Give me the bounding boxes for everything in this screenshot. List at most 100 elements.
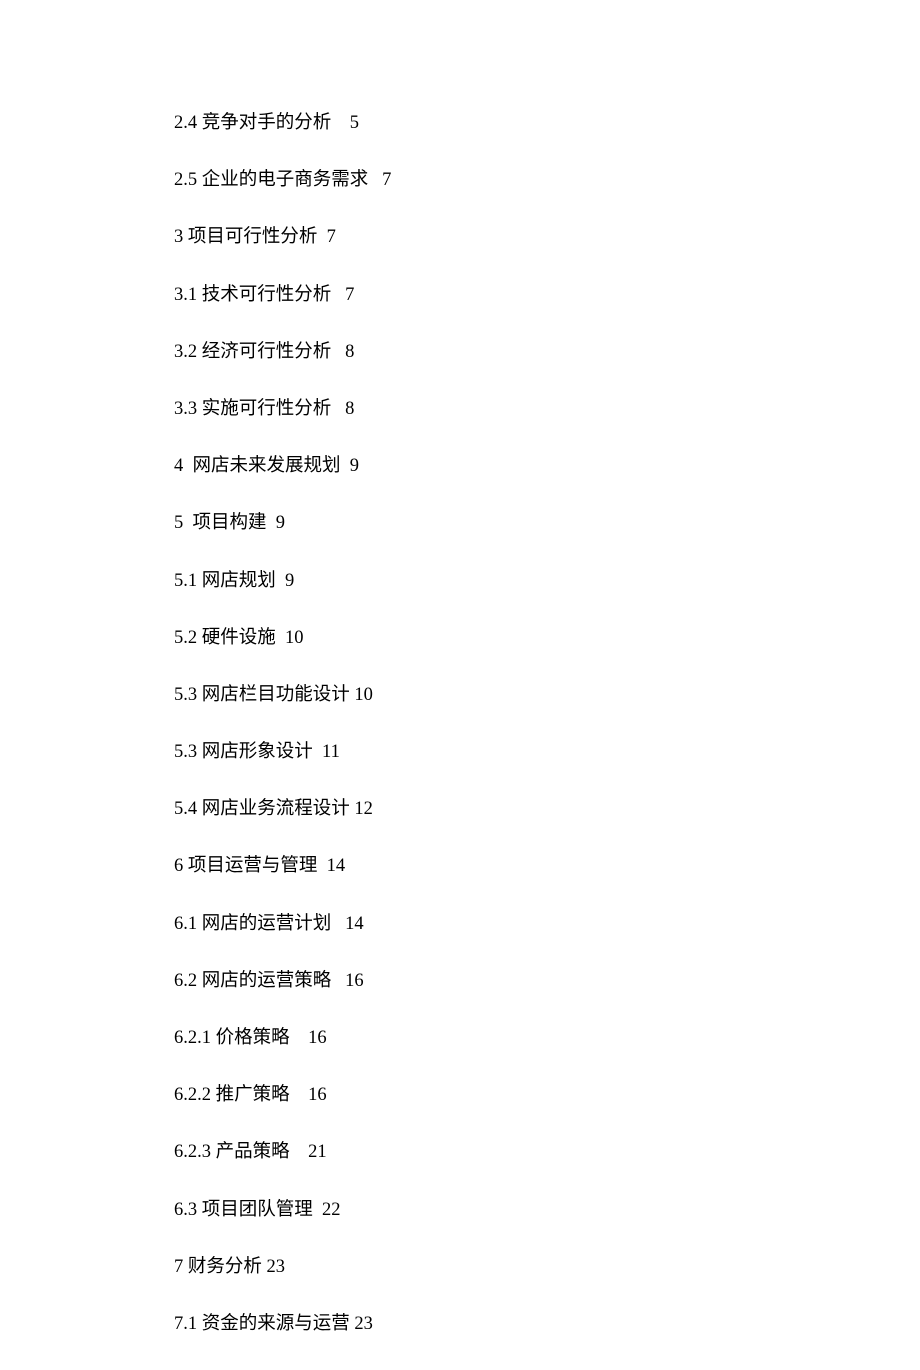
toc-entry-number: 6.2 <box>174 970 197 992</box>
toc-gap <box>317 227 326 247</box>
toc-entry-title: 项目可行性分析 <box>188 226 318 248</box>
toc-gap <box>313 1200 322 1220</box>
toc-gap <box>290 1028 309 1048</box>
toc-entry: 6.2 网店的运营策略 16 <box>174 970 800 992</box>
toc-entry: 7.1 资金的来源与运营 23 <box>174 1313 800 1335</box>
toc-entry-number: 3.2 <box>174 341 197 363</box>
toc-entry: 5.1 网店规划 9 <box>174 570 800 592</box>
toc-entry: 5.4 网店业务流程设计 12 <box>174 798 800 820</box>
toc-gap <box>267 513 276 533</box>
toc-entry-number: 5.3 <box>174 684 197 706</box>
toc-entry: 2.5 企业的电子商务需求 7 <box>174 169 800 191</box>
toc-entry-page: 9 <box>276 512 285 534</box>
toc-entry-page: 7 <box>327 226 336 248</box>
toc-entry-page: 23 <box>354 1313 373 1335</box>
toc-entry-title: 项目运营与管理 <box>188 855 318 877</box>
toc-gap <box>331 971 345 991</box>
toc-entry-number: 2.5 <box>174 169 197 191</box>
toc-gap <box>331 399 345 419</box>
toc-entry-title: 产品策略 <box>216 1141 290 1163</box>
toc-entry-number: 4 <box>174 455 183 477</box>
toc-entry-page: 10 <box>285 627 304 649</box>
toc-entry: 6.3 项目团队管理 22 <box>174 1199 800 1221</box>
toc-entry-page: 16 <box>308 1084 327 1106</box>
toc-entry: 6.2.1 价格策略 16 <box>174 1027 800 1049</box>
document-page: 2.4 竞争对手的分析 52.5 企业的电子商务需求 73 项目可行性分析 73… <box>0 0 920 1335</box>
toc-gap <box>331 113 350 133</box>
toc-entry: 7 财务分析 23 <box>174 1256 800 1278</box>
toc-entry-title: 技术可行性分析 <box>202 284 332 306</box>
toc-entry: 6.2.2 推广策略 16 <box>174 1084 800 1106</box>
toc-entry: 3.2 经济可行性分析 8 <box>174 341 800 363</box>
toc-entry-page: 23 <box>267 1256 286 1278</box>
toc-entry-title: 项目构建 <box>193 512 267 534</box>
toc-entry-page: 7 <box>382 169 391 191</box>
toc-entry-number: 5 <box>174 512 183 534</box>
toc-entry-page: 9 <box>285 570 294 592</box>
toc-entry-title: 网店业务流程设计 <box>202 798 350 820</box>
toc-entry-page: 12 <box>354 798 373 820</box>
toc-entry-page: 8 <box>345 341 354 363</box>
toc-entry-number: 3.3 <box>174 398 197 420</box>
table-of-contents: 2.4 竞争对手的分析 52.5 企业的电子商务需求 73 项目可行性分析 73… <box>174 112 800 1335</box>
toc-entry-page: 8 <box>345 398 354 420</box>
toc-entry: 3.3 实施可行性分析 8 <box>174 398 800 420</box>
toc-entry-page: 7 <box>345 284 354 306</box>
toc-gap <box>331 914 345 934</box>
toc-entry: 5 项目构建 9 <box>174 512 800 534</box>
toc-entry-number: 5.3 <box>174 741 197 763</box>
toc-gap <box>290 1142 309 1162</box>
toc-gap <box>368 170 382 190</box>
toc-gap <box>276 571 285 591</box>
toc-entry-title: 硬件设施 <box>202 627 276 649</box>
toc-entry-number: 5.4 <box>174 798 197 820</box>
toc-gap <box>183 456 192 476</box>
toc-entry-number: 5.1 <box>174 570 197 592</box>
toc-entry-number: 6 <box>174 855 183 877</box>
toc-entry: 2.4 竞争对手的分析 5 <box>174 112 800 134</box>
toc-entry-page: 10 <box>354 684 373 706</box>
toc-entry-number: 6.2.3 <box>174 1141 211 1163</box>
toc-entry: 6.1 网店的运营计划 14 <box>174 913 800 935</box>
toc-entry-page: 16 <box>308 1027 327 1049</box>
toc-entry: 4 网店未来发展规划 9 <box>174 455 800 477</box>
toc-gap <box>276 628 285 648</box>
toc-gap <box>331 285 345 305</box>
toc-entry-title: 网店的运营策略 <box>202 970 332 992</box>
toc-entry-title: 网店的运营计划 <box>202 913 332 935</box>
toc-entry-number: 6.2.2 <box>174 1084 211 1106</box>
toc-entry-title: 网店栏目功能设计 <box>202 684 350 706</box>
toc-entry: 6.2.3 产品策略 21 <box>174 1141 800 1163</box>
toc-entry-number: 2.4 <box>174 112 197 134</box>
toc-entry: 5.3 网店栏目功能设计 10 <box>174 684 800 706</box>
toc-entry-number: 3 <box>174 226 183 248</box>
toc-entry-title: 网店规划 <box>202 570 276 592</box>
toc-entry-page: 5 <box>350 112 359 134</box>
toc-entry: 3.1 技术可行性分析 7 <box>174 284 800 306</box>
toc-gap <box>331 342 345 362</box>
toc-entry-number: 7.1 <box>174 1313 197 1335</box>
toc-entry-page: 11 <box>322 741 340 763</box>
toc-entry-title: 经济可行性分析 <box>202 341 332 363</box>
toc-gap <box>317 856 326 876</box>
toc-entry-page: 14 <box>327 855 346 877</box>
toc-entry: 6 项目运营与管理 14 <box>174 855 800 877</box>
toc-entry-page: 21 <box>308 1141 327 1163</box>
toc-entry-title: 实施可行性分析 <box>202 398 332 420</box>
toc-entry-title: 资金的来源与运营 <box>202 1313 350 1335</box>
toc-entry-number: 6.3 <box>174 1199 197 1221</box>
toc-entry-title: 财务分析 <box>188 1256 262 1278</box>
toc-entry-title: 网店形象设计 <box>202 741 313 763</box>
toc-entry-page: 22 <box>322 1199 341 1221</box>
toc-entry-number: 7 <box>174 1256 183 1278</box>
toc-entry: 3 项目可行性分析 7 <box>174 226 800 248</box>
toc-entry-number: 5.2 <box>174 627 197 649</box>
toc-gap <box>341 456 350 476</box>
toc-entry: 5.3 网店形象设计 11 <box>174 741 800 763</box>
toc-entry-page: 9 <box>350 455 359 477</box>
toc-entry-page: 16 <box>345 970 364 992</box>
toc-entry-page: 14 <box>345 913 364 935</box>
toc-entry-title: 推广策略 <box>216 1084 290 1106</box>
toc-entry-title: 竞争对手的分析 <box>202 112 332 134</box>
toc-gap <box>290 1085 309 1105</box>
